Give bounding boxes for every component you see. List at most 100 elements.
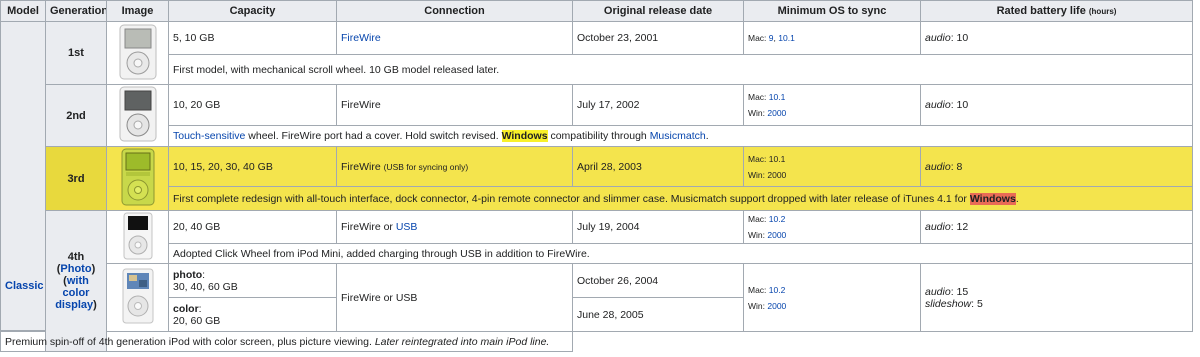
audio-label: audio [925,221,951,233]
audio-value: : 10 [950,99,969,112]
note-4th-photo: Premium spin-off of 4th generation iPod … [0,331,573,352]
mac-label: Mac: [748,214,767,224]
audio-value: : 8 [950,160,963,173]
connection-4th: FireWire or USB [336,210,573,244]
usb-link[interactable]: USB [396,221,418,233]
win-version: 2000 [767,169,787,180]
ipod-classic-table: Model Generation Image Capacity Connecti… [0,0,1193,352]
mac-os-10-1-link[interactable]: 10.1 [778,33,795,43]
audio-value: : 10 [950,32,969,44]
header-image[interactable]: Image [106,0,169,22]
table-row-2nd: 2nd 10, 20 GB FireWire July 17, 2002 Mac… [1,83,1193,147]
image-cell-4th-photo [106,263,169,332]
release-color: June 28, 2005 [572,297,744,332]
table-row-1st: Classic 1st 5, 10 GB FireWire October 23… [0,21,1193,331]
win-label: Win: [748,108,765,119]
note-italic: Later reintegrated into main iPod line. [374,335,550,348]
color-label: color [173,302,199,315]
header-release-date[interactable]: Original release date [572,0,744,22]
release-4th: July 19, 2004 [572,210,744,244]
note-2nd: Touch-sensitive wheel. FireWire port had… [168,125,1193,147]
os-4th: Mac: 10.2 Win: 2000 [743,210,921,244]
header-battery-label: Rated battery life [996,5,1086,17]
release-1st: October 23, 2001 [572,21,744,55]
capacity-4th: 20, 40 GB [168,210,337,244]
photo-link[interactable]: Photo [60,263,91,275]
ipod-photo-image[interactable] [118,268,158,324]
release-photo: October 26, 2004 [572,263,744,298]
os-separator: , [773,33,776,43]
release-3rd: April 28, 2003 [572,146,744,187]
note-text: wheel. FireWire port had a cover. Hold s… [245,130,502,143]
firewire-link[interactable]: FireWire [341,32,381,44]
ipod-3rd-image[interactable] [118,148,158,206]
image-cell-3rd [106,146,169,211]
win-2000-link[interactable]: 2000 [767,301,786,311]
header-row: Model Generation Image Capacity Connecti… [0,0,1193,22]
connection-1st: FireWire [336,21,573,55]
audio-label: audio [925,285,951,298]
mac-os-10-2-link[interactable]: 10.2 [769,285,786,295]
note-text: First complete redesign with all-touch i… [173,192,970,205]
win-2000-link[interactable]: 2000 [767,230,786,240]
note-3rd: First complete redesign with all-touch i… [168,186,1193,211]
header-min-os[interactable]: Minimum OS to sync [743,0,921,22]
with-color-display-link[interactable]: with color display [55,275,93,311]
table-row-3rd: 3rd 10, 15, 20, 30, 40 GB FireWire (USB … [1,146,1193,211]
note-1st: First model, with mechanical scroll whee… [168,54,1193,85]
note-text: compatibility through [547,130,650,143]
header-battery[interactable]: Rated battery life (hours) [920,0,1193,22]
musicmatch-link[interactable]: Musicmatch [650,130,706,142]
mac-label: Mac: [748,284,767,295]
table-note-row-2nd: Touch-sensitive wheel. FireWire port had… [1,125,1193,147]
note-text: . [1015,192,1019,205]
mac-os-10-1-link[interactable]: 10.1 [769,92,786,102]
table-row-4th-photo: photo: 30, 40, 60 GB FireWire or USB Octo… [1,263,1193,332]
slideshow-value: : 5 [971,297,983,310]
win-label: Win: [748,300,765,311]
windows-highlight-red: Windows [969,192,1016,205]
generation-3rd: 3rd [45,146,107,211]
battery-3rd: audio: 8 [920,146,1193,187]
audio-label: audio [925,32,951,44]
image-cell-1st [106,21,169,85]
header-connection[interactable]: Connection [336,0,573,22]
generation-4th-cell: 4th (Photo) (with color display) [45,210,107,352]
table-note-row-1st: First model, with mechanical scroll whee… [1,54,1193,85]
image-cell-2nd [106,84,169,147]
win-label: Win: [748,230,765,240]
win-2000-link[interactable]: 2000 [767,108,786,118]
ipod-2nd-image[interactable] [116,85,160,143]
battery-4th: audio: 12 [920,210,1193,244]
generation-2nd: 2nd [45,84,107,147]
touch-sensitive-link[interactable]: Touch-sensitive [173,130,245,142]
os-3rd: Mac: 10.1 Win: 2000 [743,146,921,187]
slideshow-label: slideshow [925,297,972,310]
header-model[interactable]: Model [0,0,46,22]
ipod-4th-image[interactable] [118,212,158,260]
audio-label: audio [925,99,951,112]
mac-os-10-2-link[interactable]: 10.2 [769,214,786,224]
header-capacity[interactable]: Capacity [168,0,337,22]
photo-capacity: 30, 40, 60 GB [173,280,238,293]
capacity-3rd: 10, 15, 20, 30, 40 GB [168,146,337,187]
mac-label: Mac: [748,92,767,103]
ipod-1st-image[interactable] [116,23,160,81]
mac-label: Mac: [748,33,767,43]
mac-version: 10.1 [768,153,786,164]
audio-value: : 15 [950,285,969,298]
connection-3rd: FireWire (USB for syncing only) [336,146,573,187]
generation-4th: 4th [67,251,85,263]
model-classic-cell: Classic [0,21,46,331]
audio-value: : 12 [950,221,969,233]
win-label: Win: [748,169,765,180]
battery-1st: audio: 10 [920,21,1193,55]
model-classic-link[interactable]: Classic [5,280,44,292]
note-text: . [705,130,709,143]
os-2nd: Mac: 10.1 Win: 2000 [743,83,921,127]
mac-label: Mac: [748,153,767,164]
connection-text: FireWire [341,160,381,173]
color-capacity: 20, 60 GB [173,314,221,327]
header-generation[interactable]: Generation [45,0,107,22]
capacity-photo: photo: 30, 40, 60 GB [168,263,337,298]
